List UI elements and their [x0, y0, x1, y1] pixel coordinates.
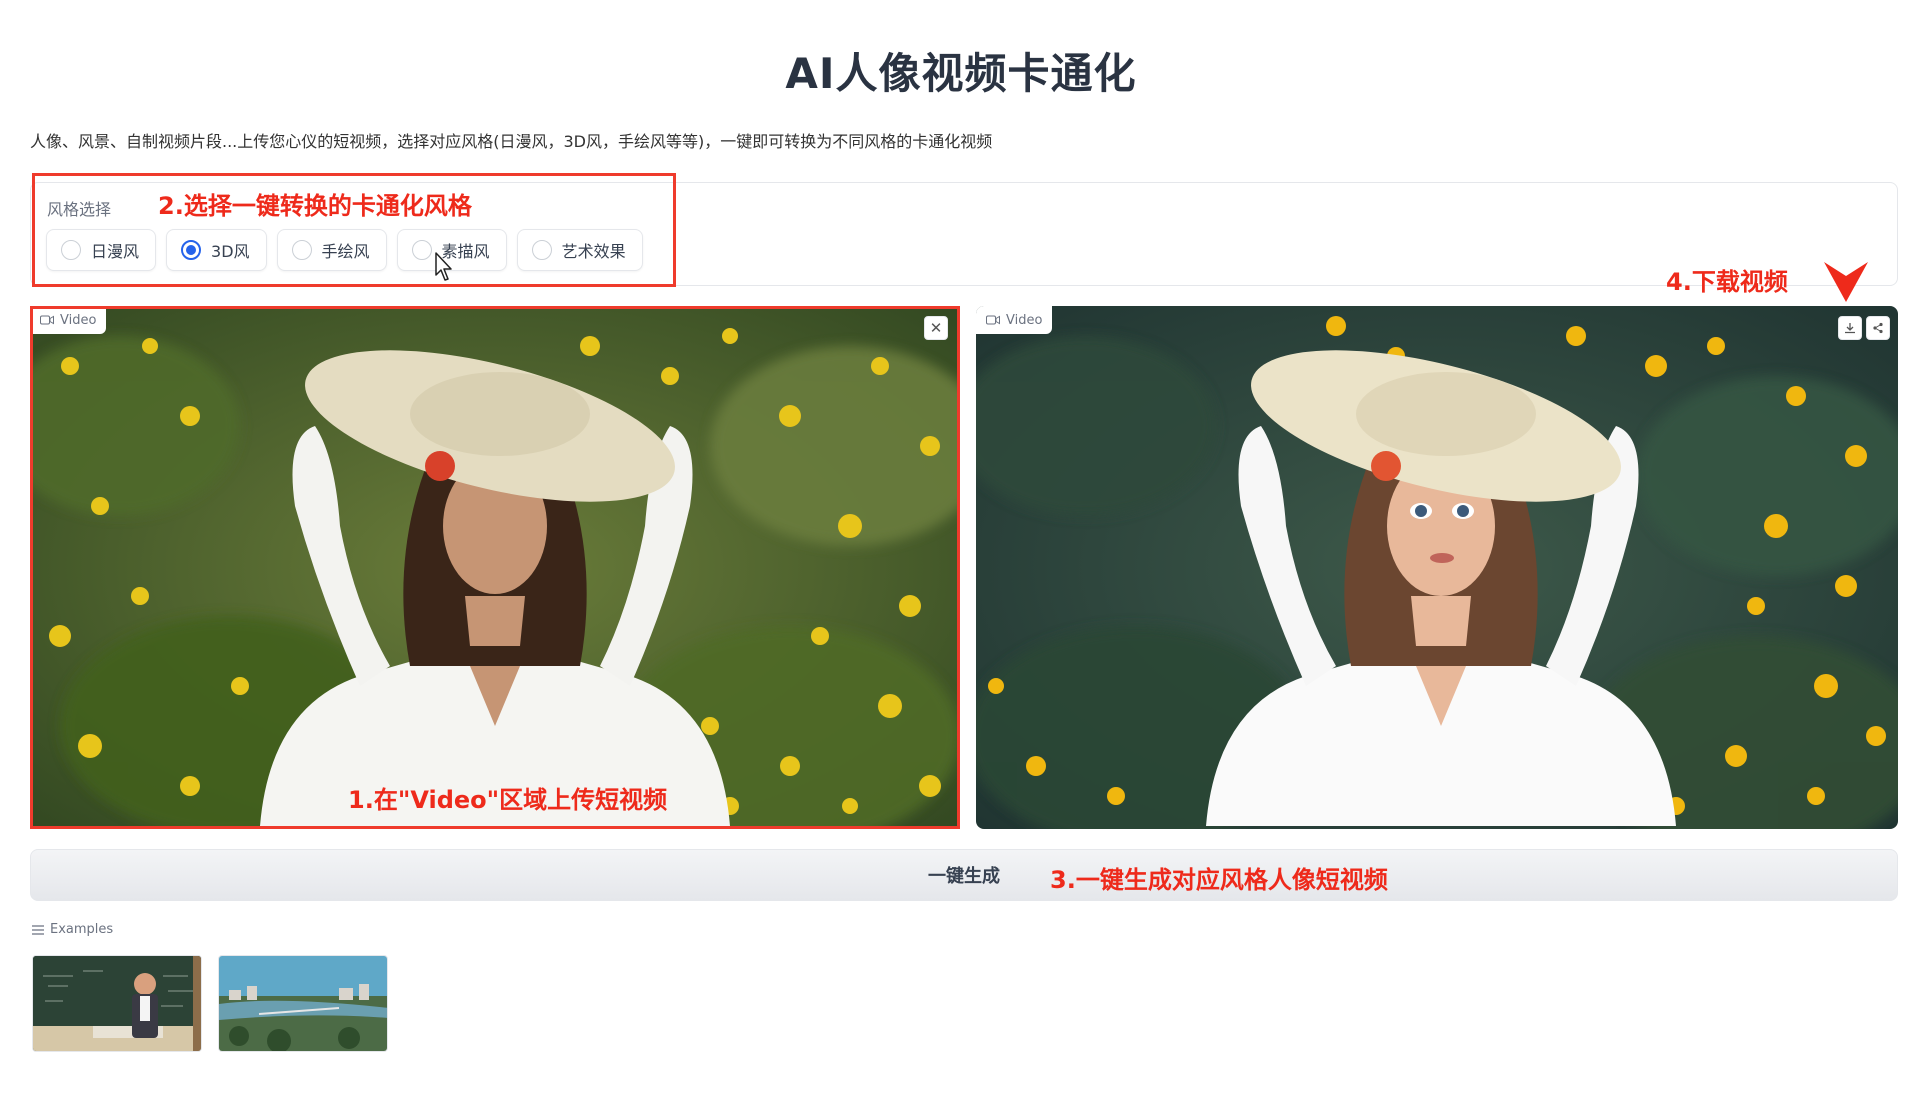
input-video-panel[interactable]: Video ✕: [30, 306, 960, 829]
generate-button[interactable]: 一键生成: [30, 849, 1898, 901]
style-option-label: 艺术效果: [561, 242, 626, 261]
style-selector-label: 风格选择: [47, 200, 112, 219]
style-option-artistic[interactable]: 艺术效果: [516, 229, 643, 271]
style-option-handdrawn[interactable]: 手绘风: [276, 229, 387, 271]
example-thumb-city[interactable]: [218, 955, 388, 1052]
radio-circle[interactable]: [61, 240, 81, 260]
output-video-panel[interactable]: Video: [976, 306, 1898, 829]
examples-label-text: Examples: [50, 922, 114, 937]
close-icon: ✕: [929, 319, 943, 337]
radio-circle[interactable]: [531, 240, 552, 260]
radio-circle[interactable]: [411, 240, 432, 260]
close-button[interactable]: ✕: [924, 316, 948, 340]
video-label: Video: [30, 306, 107, 334]
share-icon: [1873, 322, 1883, 334]
video-label: Video: [976, 306, 1053, 334]
download-button[interactable]: [1838, 316, 1862, 340]
annotation-arrow-down-icon: [1824, 262, 1868, 302]
style-radio-group: 日漫风 3D风 手绘风 素描风 艺术效果: [46, 229, 643, 271]
input-video-frame: [30, 306, 960, 829]
example-classroom-image: [33, 956, 201, 1051]
output-video-frame: [976, 306, 1898, 829]
video-camera-icon: [40, 315, 54, 325]
share-button[interactable]: [1866, 316, 1890, 340]
style-option-label: 手绘风: [321, 242, 370, 261]
video-label-text: Video: [1006, 312, 1043, 328]
page-description: 人像、风景、自制视频片段...上传您心仪的短视频，选择对应风格(日漫风，3D风，…: [30, 132, 993, 151]
style-option-label: 日漫风: [91, 242, 140, 261]
radio-circle-selected[interactable]: [181, 240, 202, 260]
examples-label: Examples: [32, 922, 113, 937]
page-title: AI人像视频卡通化: [785, 49, 1137, 98]
style-option-sketch[interactable]: 素描风: [396, 229, 507, 271]
annotation-step-4: 4.下载视频: [1666, 268, 1788, 296]
style-option-label: 素描风: [441, 242, 490, 261]
example-thumb-classroom[interactable]: [32, 955, 202, 1052]
annotation-step-1: 1.在"Video"区域上传短视频: [348, 786, 668, 814]
annotation-step-2: 2.选择一键转换的卡通化风格: [158, 192, 472, 220]
example-city-image: [219, 956, 387, 1051]
list-icon: [32, 924, 44, 935]
style-option-3d[interactable]: 3D风: [166, 229, 267, 271]
video-label-text: Video: [60, 312, 97, 328]
annotation-step-3: 3.一键生成对应风格人像短视频: [1050, 866, 1388, 894]
radio-circle[interactable]: [291, 240, 312, 260]
download-icon: [1845, 323, 1855, 334]
style-option-anime[interactable]: 日漫风: [46, 229, 157, 271]
style-option-label: 3D风: [211, 242, 250, 261]
video-camera-icon: [986, 315, 1000, 325]
